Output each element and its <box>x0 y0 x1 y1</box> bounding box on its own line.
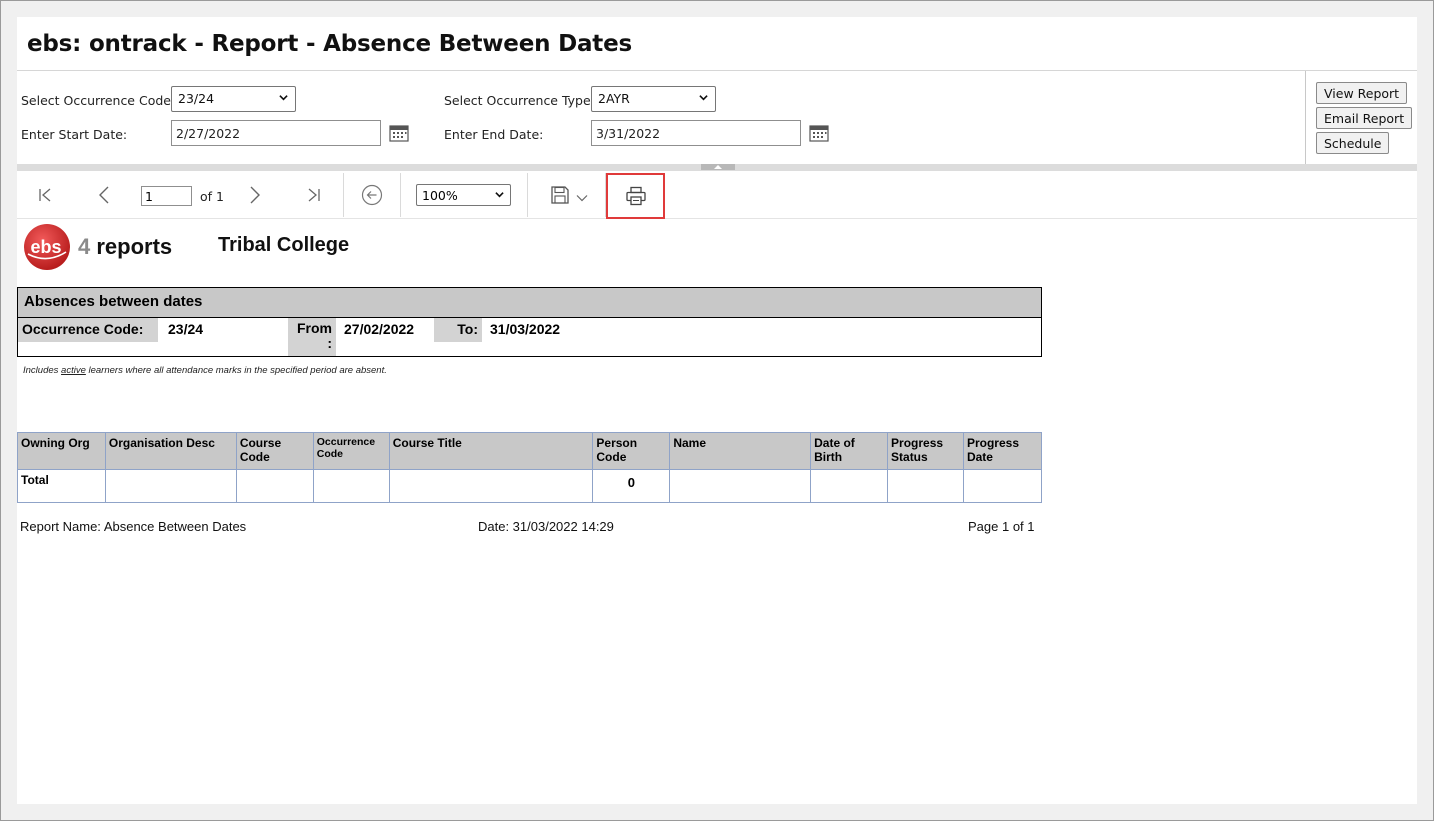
column-header: Date of Birth <box>810 432 889 470</box>
chevron-down-icon <box>699 95 708 101</box>
table-header-row: Owning Org Organisation Desc Course Code… <box>17 432 1043 470</box>
calendar-icon[interactable] <box>809 124 829 142</box>
end-date-label: Enter End Date: <box>444 127 544 142</box>
page-title: ebs: ontrack - Report - Absence Between … <box>27 31 632 57</box>
table-cell <box>312 469 390 503</box>
report-header-box: Absences between dates Occurrence Code: … <box>17 287 1042 357</box>
view-report-button[interactable]: View Report <box>1316 82 1408 104</box>
toolbar-separator <box>400 173 401 217</box>
absence-table: Owning Org Organisation Desc Course Code… <box>17 432 1043 503</box>
college-name: Tribal College <box>218 234 350 256</box>
report-note: Includes active learners where all atten… <box>23 365 387 376</box>
report-canvas: ebs 4 reports Tribal College Absences be… <box>17 219 1417 804</box>
footer-report-name: Report Name: Absence Between Dates <box>20 519 247 534</box>
occurrence-type-select[interactable]: 2AYR <box>591 86 716 112</box>
report-toolbar: 1 of 1 100% <box>17 171 1417 219</box>
logo-wordmark: 4 reports <box>78 234 172 260</box>
from-date-value: 27/02/2022 <box>344 321 415 337</box>
toolbar-separator <box>343 173 344 217</box>
end-date-input[interactable]: 3/31/2022 <box>591 120 801 146</box>
first-page-icon[interactable] <box>37 186 53 204</box>
start-date-input[interactable]: 2/27/2022 <box>171 120 381 146</box>
footer-date: Date: 31/03/2022 14:29 <box>478 519 614 534</box>
zoom-select[interactable]: 100% <box>416 184 511 206</box>
chevron-down-icon <box>495 192 504 198</box>
table-cell <box>962 469 1043 503</box>
total-label: Total <box>17 469 106 503</box>
column-header: Occurrence Code <box>312 432 390 470</box>
column-header: Course Code <box>235 432 314 470</box>
table-cell <box>388 469 594 503</box>
logo-four: 4 <box>78 234 91 259</box>
occurrence-code-value: 23/24 <box>168 321 204 337</box>
chevron-down-icon[interactable] <box>576 194 588 202</box>
calendar-icon[interactable] <box>389 124 409 142</box>
occurrence-code-label: Occurrence Code: <box>18 318 158 342</box>
table-cell <box>235 469 314 503</box>
collapse-handle[interactable] <box>701 164 735 170</box>
save-icon[interactable] <box>550 185 570 205</box>
table-cell <box>669 469 812 503</box>
page-count: of 1 <box>200 189 224 204</box>
note-prefix: Includes <box>23 365 62 376</box>
column-header: Owning Org <box>17 432 106 470</box>
column-header: Progress Status <box>887 432 964 470</box>
print-icon[interactable] <box>625 186 647 206</box>
page-number-input[interactable]: 1 <box>141 186 192 206</box>
parameters-splitter[interactable] <box>17 164 1417 171</box>
occurrence-type-value: 2AYR <box>598 91 630 106</box>
email-report-button[interactable]: Email Report <box>1316 107 1413 129</box>
print-button-highlight[interactable] <box>606 173 665 219</box>
back-icon[interactable] <box>361 184 383 206</box>
footer-page: Page 1 of 1 <box>968 519 1035 534</box>
section-title: Absences between dates <box>18 288 1041 318</box>
next-page-icon[interactable] <box>248 185 262 205</box>
to-label: To: <box>434 318 482 342</box>
toolbar-separator <box>527 173 528 217</box>
occurrence-code-label: Select Occurrence Code: <box>21 93 176 108</box>
table-cell <box>104 469 237 503</box>
previous-page-icon[interactable] <box>97 185 111 205</box>
column-header: Course Title <box>388 432 594 470</box>
table-row: Total 0 <box>17 469 1043 503</box>
note-suffix: learners where all attendance marks in t… <box>85 365 387 376</box>
report-viewer-page: ebs: ontrack - Report - Absence Between … <box>17 17 1417 804</box>
to-date-value: 31/03/2022 <box>490 321 561 337</box>
ebs-logo: ebs <box>24 224 70 270</box>
occurrence-type-label: Select Occurrence Type: <box>444 93 595 108</box>
total-person-code: 0 <box>592 469 671 503</box>
parameters-divider <box>1305 71 1306 165</box>
column-header: Person Code <box>592 432 671 470</box>
occurrence-code-select[interactable]: 23/24 <box>171 86 296 112</box>
note-active: active <box>61 365 86 376</box>
occurrence-code-value: 23/24 <box>178 91 215 106</box>
column-header: Organisation Desc <box>104 432 237 470</box>
start-date-label: Enter Start Date: <box>21 127 128 142</box>
column-header: Name <box>669 432 812 470</box>
parameters-panel: Select Occurrence Code: 23/24 Select Occ… <box>17 70 1417 165</box>
chevron-down-icon <box>279 95 288 101</box>
table-cell <box>810 469 889 503</box>
logo-reports: reports <box>96 234 173 259</box>
from-label: From : <box>288 318 336 356</box>
schedule-button[interactable]: Schedule <box>1316 132 1390 154</box>
last-page-icon[interactable] <box>306 186 322 204</box>
svg-text:ebs: ebs <box>30 237 61 257</box>
column-header: Progress Date <box>962 432 1043 470</box>
zoom-value: 100% <box>422 188 458 203</box>
table-cell <box>887 469 964 503</box>
